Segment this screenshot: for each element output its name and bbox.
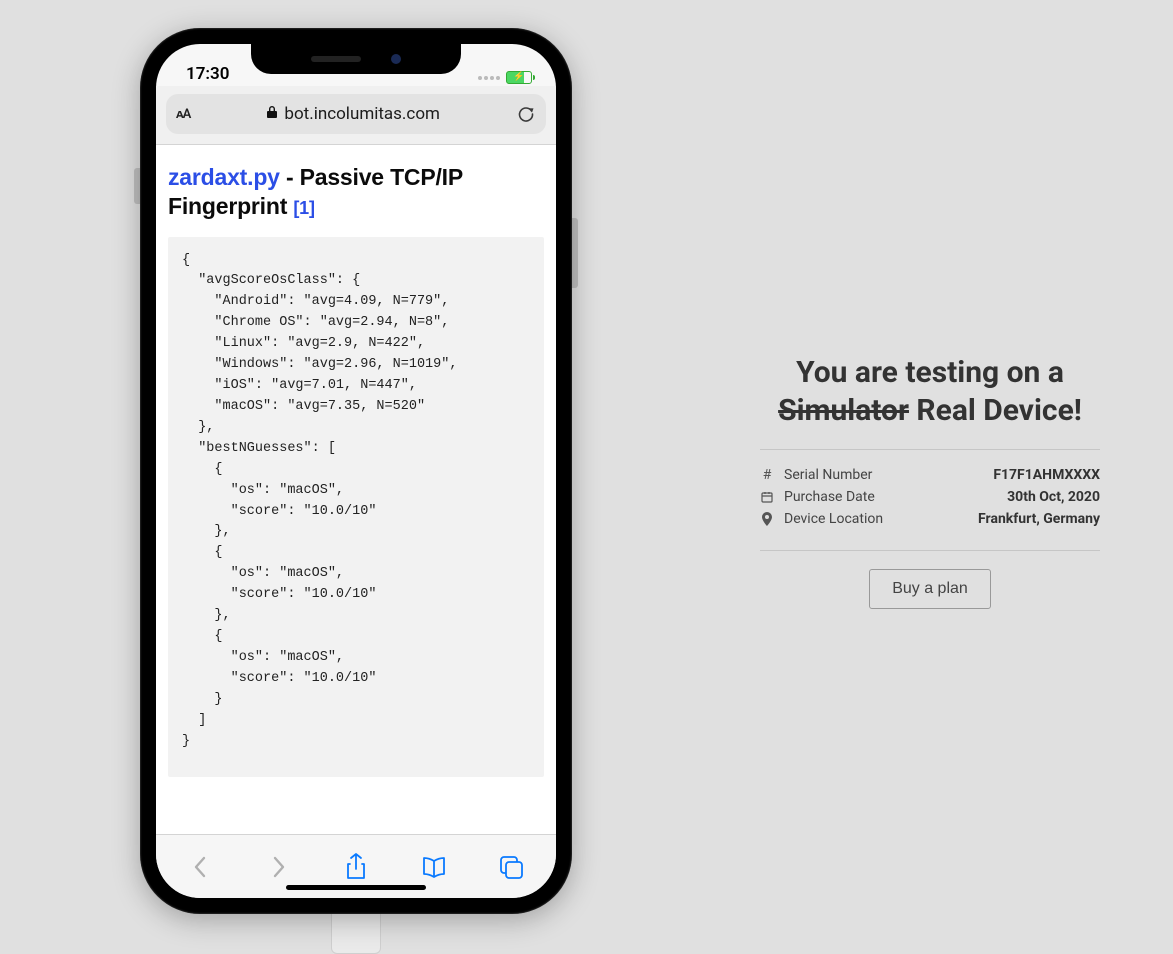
calendar-icon: [760, 491, 774, 503]
chevron-right-icon: [268, 852, 288, 882]
heading-link-zardaxt[interactable]: zardaxt.py: [168, 164, 280, 190]
code-block: { "avgScoreOsClass": { "Android": "avg=4…: [168, 237, 544, 777]
phone-notch: [251, 44, 461, 74]
page-heading: zardaxt.py - Passive TCP/IP Fingerprint …: [168, 163, 544, 221]
forward-button[interactable]: [254, 843, 302, 891]
home-indicator[interactable]: [286, 885, 426, 890]
back-button[interactable]: [177, 843, 225, 891]
heading-pre: You are testing on a: [796, 355, 1064, 390]
phone-mockup: 17:30 ⚡ ᴀA: [140, 28, 572, 914]
heading-strike-word: Simulator: [778, 393, 909, 428]
buy-plan-button[interactable]: Buy a plan: [869, 569, 991, 609]
device-info-panel: You are testing on a Simulator Real Devi…: [760, 354, 1100, 609]
lock-icon: [266, 105, 278, 123]
signal-dots-icon: [478, 76, 500, 80]
bookmarks-button[interactable]: [410, 843, 458, 891]
safari-address-field[interactable]: ᴀA bot.incolumitas.com: [166, 94, 546, 134]
webpage-content[interactable]: zardaxt.py - Passive TCP/IP Fingerprint …: [156, 145, 556, 834]
info-value: Frankfurt, Germany: [978, 511, 1100, 527]
info-label: Device Location: [784, 511, 883, 527]
hash-icon: #: [760, 467, 774, 483]
heading-citation-link[interactable]: [1]: [293, 198, 314, 218]
info-label: Purchase Date: [784, 489, 875, 505]
tabs-button[interactable]: [487, 843, 535, 891]
text-size-button[interactable]: ᴀA: [176, 106, 190, 122]
chevron-left-icon: [191, 852, 211, 882]
reload-button[interactable]: [516, 104, 536, 124]
phone-screen: 17:30 ⚡ ᴀA: [156, 44, 556, 898]
info-row-location: Device Location Frankfurt, Germany: [760, 508, 1100, 530]
heading-post: Real Device!: [909, 393, 1082, 428]
panel-heading: You are testing on a Simulator Real Devi…: [760, 354, 1100, 429]
info-label: Serial Number: [784, 467, 872, 483]
info-value: F17F1AHMXXXX: [993, 467, 1100, 483]
battery-charging-icon: ⚡: [506, 71, 532, 84]
location-pin-icon: [760, 512, 774, 526]
share-icon: [343, 852, 369, 882]
tabs-icon: [497, 854, 525, 880]
divider: [760, 550, 1100, 551]
open-book-icon: [420, 854, 448, 880]
phone-frame: 17:30 ⚡ ᴀA: [140, 28, 572, 914]
divider: [760, 449, 1100, 450]
info-value: 30th Oct, 2020: [1007, 489, 1100, 505]
info-row-serial: # Serial Number F17F1AHMXXXX: [760, 464, 1100, 486]
status-time: 17:30: [186, 64, 229, 84]
safari-domain: bot.incolumitas.com: [284, 104, 440, 124]
phone-side-button-right: [572, 218, 578, 288]
info-row-purchase-date: Purchase Date 30th Oct, 2020: [760, 486, 1100, 508]
share-button[interactable]: [332, 843, 380, 891]
safari-address-bar-area: ᴀA bot.incolumitas.com: [156, 86, 556, 145]
